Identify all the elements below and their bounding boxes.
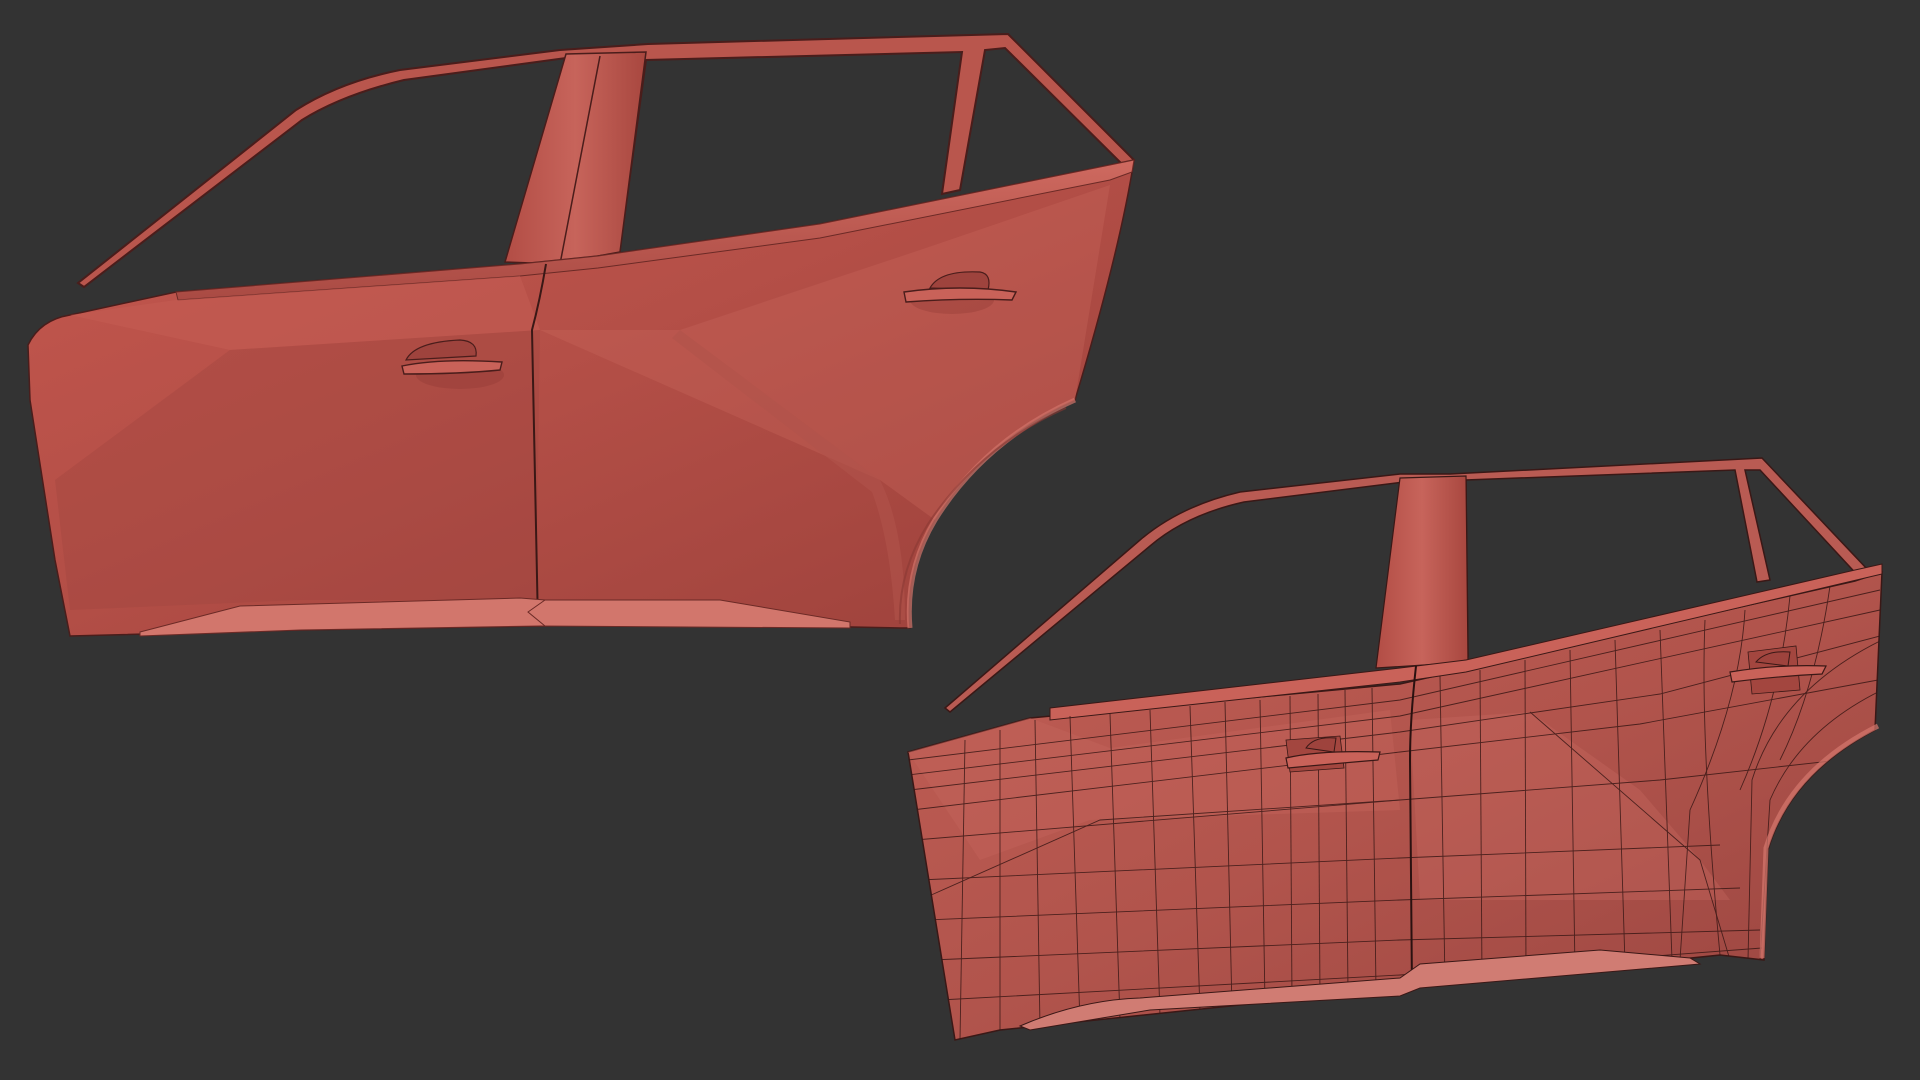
car-doors-wireframe-model — [907, 457, 1883, 1041]
3d-viewport[interactable] — [0, 0, 1920, 1080]
car-doors-shaded-model — [27, 32, 1136, 637]
wire-b-pillar — [1375, 475, 1469, 669]
render-canvas — [27, 32, 1883, 1041]
b-pillar — [504, 51, 647, 265]
